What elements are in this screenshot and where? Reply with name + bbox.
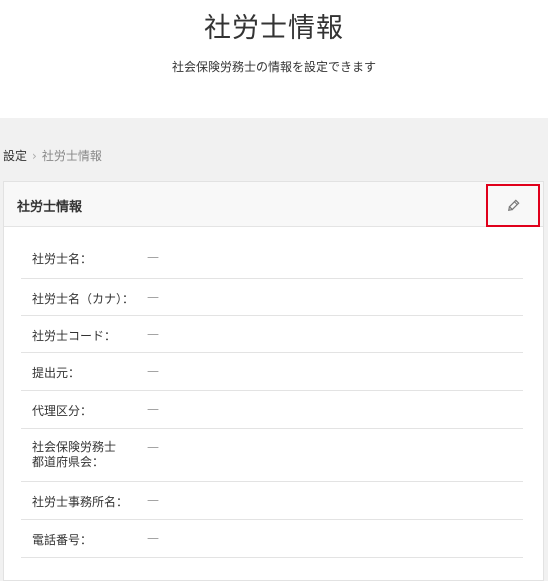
row-phone-number: 電話番号： — [21, 520, 523, 558]
row-label: 社労士コード： [32, 329, 117, 343]
row-agent-category: 代理区分： — [21, 391, 523, 429]
sharoushi-info-card: 社労士情報 社労士名： — 社労士名（カナ）： — 社労士コード： — 提出元：… [3, 181, 544, 581]
row-sharoushi-name: 社労士名： — [21, 241, 523, 279]
page-subtitle: 社会保険労務士の情報を設定できます [171, 60, 376, 74]
row-label: 代理区分： [32, 404, 93, 418]
row-value: — [147, 531, 159, 545]
row-value: — [147, 493, 159, 507]
row-label: 社会保険労務士 都道府県会： [32, 440, 117, 469]
row-label: 社労士名： [32, 252, 93, 266]
pencil-icon [506, 198, 520, 213]
info-list: 社労士名： — 社労士名（カナ）： — 社労士コード： — 提出元： — 代理区… [21, 241, 523, 558]
row-prefectural-association: 社会保険労務士 都道府県会： — [21, 429, 523, 482]
breadcrumb-settings-link[interactable]: 設定 [3, 149, 27, 163]
row-value: — [147, 290, 159, 304]
row-sharoushi-name-kana: 社労士名（カナ）： — [21, 279, 523, 316]
row-value: — [147, 364, 159, 378]
card-title: 社労士情報 [17, 200, 83, 215]
breadcrumb-current: 社労士情報 [41, 149, 102, 163]
row-label: 社労士事務所名： [32, 495, 129, 509]
row-label: 社労士名（カナ）： [32, 292, 135, 306]
content-area: 設定 › 社労士情報 社労士情報 社労士名： — 社労士名（カナ）： — 社労士… [0, 118, 548, 581]
row-sharoushi-code: 社労士コード： — [21, 316, 523, 353]
row-submitter: 提出元： — [21, 353, 523, 391]
row-label: 電話番号： [32, 533, 93, 547]
page-header: 社労士情報 社会保険労務士の情報を設定できます [0, 0, 548, 118]
page-title: 社労士情報 [204, 13, 344, 44]
row-value: — [147, 402, 159, 416]
row-value: — [147, 327, 159, 341]
row-office-name: 社労士事務所名： — [21, 482, 523, 520]
breadcrumb-separator: › [32, 149, 37, 163]
edit-button[interactable] [486, 184, 540, 227]
card-header: 社労士情報 [4, 182, 543, 227]
row-label: 提出元： [32, 366, 81, 380]
breadcrumb: 設定 › 社労士情報 [3, 147, 102, 164]
row-value: — [147, 250, 159, 264]
row-value: — [147, 440, 159, 454]
